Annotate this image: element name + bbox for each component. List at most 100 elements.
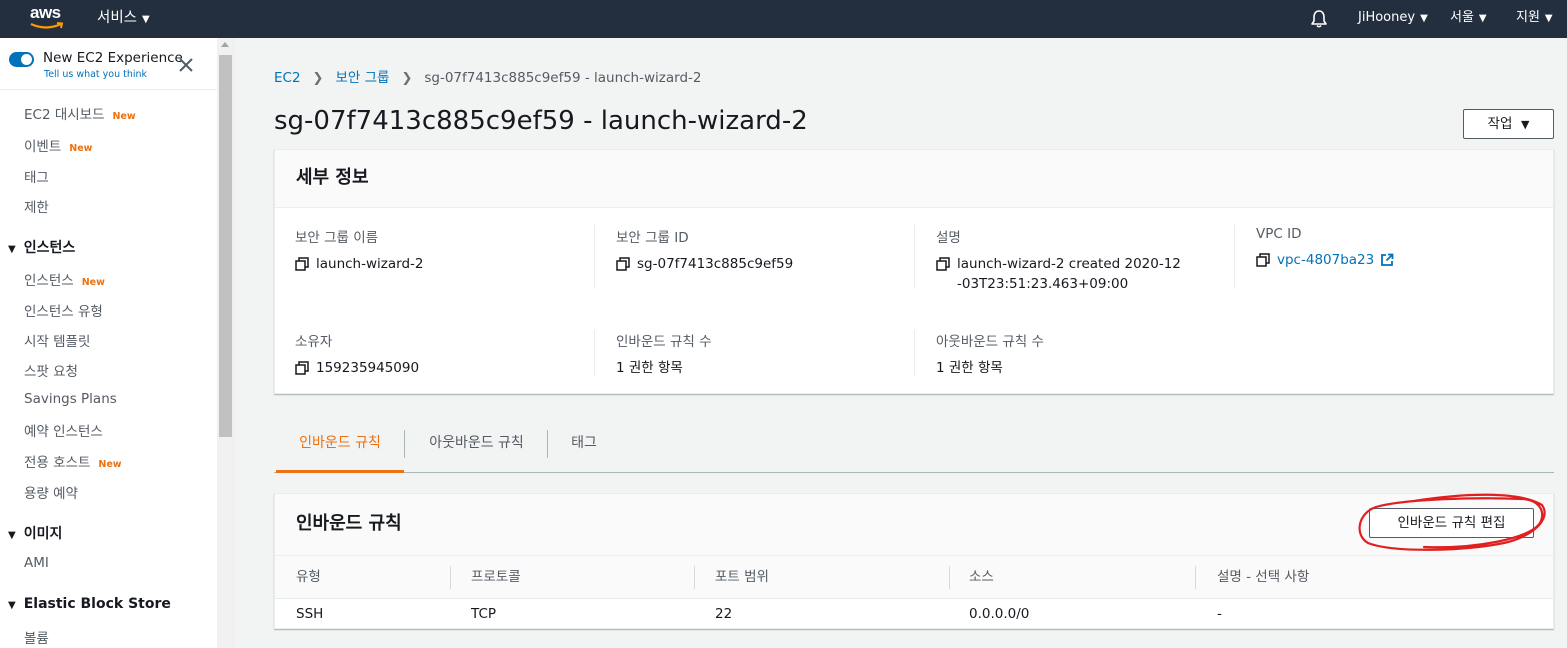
new-badge: New <box>69 143 93 154</box>
inbound-rules-title: 인바운드 규칙 <box>296 513 402 534</box>
edit-inbound-rules-button[interactable]: 인바운드 규칙 편집 <box>1369 508 1534 538</box>
caret-down-icon: ▼ <box>142 14 150 25</box>
sidebar-section-instances[interactable]: ▼ 인스턴스 <box>8 237 75 257</box>
sidebar-section-ebs[interactable]: ▼ Elastic Block Store <box>8 596 171 612</box>
new-experience-toggle-row: New EC2 Experience Tell us what you thin… <box>0 38 217 90</box>
inbound-count-value: 1 권한 항목 <box>616 360 683 376</box>
sidebar-item-instance-types[interactable]: 인스턴스 유형 <box>24 300 103 320</box>
sidebar-item-tags[interactable]: 태그 <box>24 166 49 186</box>
field-label: 보안 그룹 ID <box>616 230 689 246</box>
copy-icon[interactable] <box>936 257 950 271</box>
cell-protocol: TCP <box>471 606 497 622</box>
field-inbound-count: 인바운드 규칙 수 1 권한 항목 <box>616 330 916 378</box>
sg-name-value: launch-wizard-2 <box>316 256 424 272</box>
scroll-up-arrow-icon[interactable] <box>221 42 229 47</box>
sidebar-item-dedicated-hosts[interactable]: 전용 호스트 New <box>24 451 122 471</box>
column-header-type[interactable]: 유형 <box>296 556 321 599</box>
divider <box>1234 225 1235 289</box>
sidebar-section-images[interactable]: ▼ 이미지 <box>8 523 62 543</box>
field-label: 보안 그룹 이름 <box>295 230 379 246</box>
sidebar-scrollbar-thumb[interactable] <box>219 55 232 437</box>
sidebar-item-ec2-dashboard[interactable]: EC2 대시보드 New <box>24 103 136 123</box>
external-link-icon[interactable] <box>1380 253 1394 267</box>
column-header-port-range[interactable]: 포트 범위 <box>715 556 769 599</box>
divider <box>594 330 595 376</box>
support-menu[interactable]: 지원 ▼ <box>1516 0 1553 38</box>
tab-outbound-rules[interactable]: 아웃바운드 규칙 <box>405 423 548 473</box>
chevron-right-icon: ❯ <box>312 71 324 86</box>
sidebar-item-label: EC2 대시보드 <box>24 107 105 123</box>
caret-down-icon: ▼ <box>8 600 16 611</box>
aws-logo[interactable]: aws <box>30 4 66 32</box>
copy-icon[interactable] <box>1256 253 1270 267</box>
field-label: 인바운드 규칙 수 <box>616 334 712 350</box>
caret-down-icon: ▼ <box>8 244 16 255</box>
tab-label: 태그 <box>571 435 597 451</box>
sidebar-item-label: 용량 예약 <box>24 486 78 502</box>
aws-logo-text: aws <box>30 3 61 22</box>
page-title: sg-07f7413c885c9ef59 - launch-wizard-2 <box>274 106 808 136</box>
tab-tags[interactable]: 태그 <box>548 423 620 473</box>
breadcrumb-ec2[interactable]: EC2 <box>274 70 301 86</box>
sidebar-item-label: AMI <box>24 555 49 571</box>
inbound-rules-header: 인바운드 규칙 인바운드 규칙 편집 <box>275 494 1553 556</box>
feedback-link[interactable]: Tell us what you think <box>44 69 147 80</box>
sidebar-item-spot-requests[interactable]: 스팟 요청 <box>24 360 78 380</box>
field-sg-name: 보안 그룹 이름 launch-wizard-2 <box>295 226 595 274</box>
sidebar-item-label: 스팟 요청 <box>24 364 78 380</box>
section-label: 인스턴스 <box>23 240 76 256</box>
new-experience-title: New EC2 Experience <box>43 50 183 66</box>
column-divider <box>694 566 695 589</box>
caret-down-icon: ▼ <box>1478 13 1487 24</box>
column-header-source[interactable]: 소스 <box>969 556 994 599</box>
sidebar-item-label: 예약 인스턴스 <box>24 424 103 440</box>
caret-down-icon: ▼ <box>8 530 16 541</box>
sg-id-value: sg-07f7413c885c9ef59 <box>637 256 794 272</box>
sidebar-item-instances[interactable]: 인스턴스 New <box>24 269 105 289</box>
top-navigation-bar: aws 서비스 ▼ JiHooney ▼ 서울 ▼ 지원 ▼ <box>0 0 1567 38</box>
sidebar-item-limits[interactable]: 제한 <box>24 196 49 216</box>
column-header-protocol[interactable]: 프로토콜 <box>471 556 521 599</box>
new-badge: New <box>112 111 136 122</box>
copy-icon[interactable] <box>295 361 309 375</box>
field-sg-id: 보안 그룹 ID sg-07f7413c885c9ef59 <box>616 226 916 274</box>
copy-icon[interactable] <box>295 257 309 271</box>
region-menu[interactable]: 서울 ▼ <box>1450 0 1487 38</box>
sidebar-item-label: 볼륨 <box>24 631 49 647</box>
sidebar-item-launch-templates[interactable]: 시작 템플릿 <box>24 330 90 350</box>
new-experience-toggle[interactable] <box>9 52 34 67</box>
vpc-id-link[interactable]: vpc-4807ba23 <box>1277 250 1374 270</box>
sidebar-item-volumes[interactable]: 볼륨 <box>24 627 49 647</box>
field-label: VPC ID <box>1256 226 1302 242</box>
new-badge: New <box>98 459 122 470</box>
breadcrumb-security-groups[interactable]: 보안 그룹 <box>335 70 389 86</box>
bell-icon[interactable] <box>1309 9 1329 29</box>
actions-button[interactable]: 작업 ▼ <box>1463 109 1554 139</box>
field-label: 아웃바운드 규칙 수 <box>936 334 1044 350</box>
inbound-rules-panel: 인바운드 규칙 인바운드 규칙 편집 유형 프로토콜 포트 범위 소스 설명 -… <box>274 493 1554 629</box>
sidebar-item-ami[interactable]: AMI <box>24 555 49 571</box>
user-label: JiHooney <box>1358 10 1416 25</box>
sidebar-item-capacity-reservations[interactable]: 용량 예약 <box>24 482 78 502</box>
sidebar-item-savings-plans[interactable]: Savings Plans <box>24 391 117 407</box>
close-icon[interactable] <box>177 56 195 74</box>
tab-label: 아웃바운드 규칙 <box>429 435 524 451</box>
field-vpc-id: VPC ID vpc-4807ba23 <box>1256 226 1556 270</box>
owner-value: 159235945090 <box>316 360 420 376</box>
sidebar-item-events[interactable]: 이벤트 New <box>24 135 92 155</box>
region-label: 서울 <box>1450 10 1474 25</box>
sidebar-item-label: Savings Plans <box>24 391 117 407</box>
actions-label: 작업 <box>1487 116 1513 132</box>
field-outbound-count: 아웃바운드 규칙 수 1 권한 항목 <box>936 330 1236 378</box>
user-menu[interactable]: JiHooney ▼ <box>1358 0 1428 38</box>
breadcrumb-current: sg-07f7413c885c9ef59 - launch-wizard-2 <box>424 70 702 86</box>
support-label: 지원 <box>1516 10 1540 25</box>
cell-description: - <box>1217 606 1222 622</box>
column-header-description[interactable]: 설명 - 선택 사항 <box>1217 556 1309 599</box>
tab-inbound-rules[interactable]: 인바운드 규칙 <box>276 423 404 473</box>
details-header: 세부 정보 <box>275 150 1553 208</box>
copy-icon[interactable] <box>616 257 630 271</box>
services-menu[interactable]: 서비스 ▼ <box>97 0 150 38</box>
table-header-row: 유형 프로토콜 포트 범위 소스 설명 - 선택 사항 <box>275 556 1553 599</box>
sidebar-item-reserved-instances[interactable]: 예약 인스턴스 <box>24 420 103 440</box>
